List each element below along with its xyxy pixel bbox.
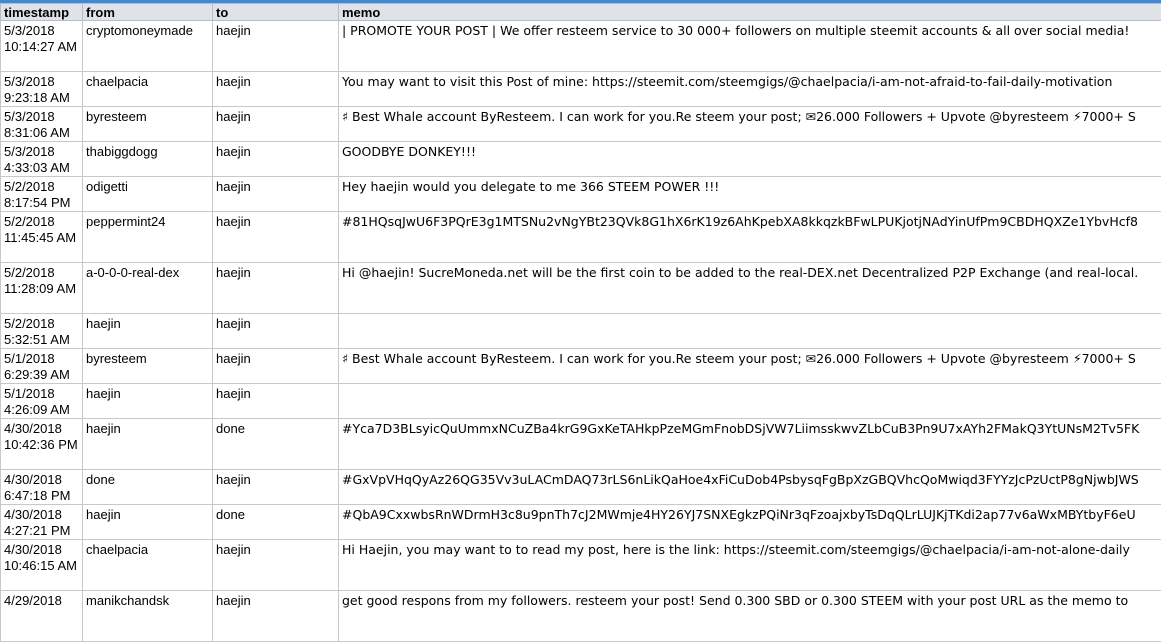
- header-row: timestamp from to memo: [1, 4, 1161, 21]
- table-row[interactable]: 5/3/2018 8:31:06 AM byresteem haejin ♯ B…: [1, 107, 1161, 142]
- cell-memo: get good respons from my followers. rest…: [339, 591, 1161, 642]
- cell-timestamp: 5/3/2018 4:33:03 AM: [1, 142, 83, 177]
- table-row[interactable]: 5/1/2018 6:29:39 AM byresteem haejin ♯ B…: [1, 349, 1161, 384]
- cell-from: haejin: [83, 505, 213, 540]
- cell-timestamp: 5/3/2018 10:14:27 AM: [1, 21, 83, 72]
- table-row[interactable]: 4/30/2018 4:27:21 PM haejin done #QbA9Cx…: [1, 505, 1161, 540]
- transfers-table: timestamp from to memo 5/3/2018 10:14:27…: [0, 3, 1161, 642]
- cell-to: haejin: [213, 212, 339, 263]
- cell-from: haejin: [83, 419, 213, 470]
- cell-from: byresteem: [83, 107, 213, 142]
- cell-to: haejin: [213, 72, 339, 107]
- cell-memo: [339, 314, 1161, 349]
- cell-to: haejin: [213, 349, 339, 384]
- cell-timestamp: 4/30/2018 10:46:15 AM: [1, 540, 83, 591]
- cell-from: peppermint24: [83, 212, 213, 263]
- cell-memo: GOODBYE DONKEY!!!: [339, 142, 1161, 177]
- cell-memo: #Yca7D3BLsyicQuUmmxNCuZBa4krG9GxKeTAHkpP…: [339, 419, 1161, 470]
- cell-to: haejin: [213, 314, 339, 349]
- cell-timestamp: 4/30/2018 4:27:21 PM: [1, 505, 83, 540]
- cell-from: manikchandsk: [83, 591, 213, 642]
- cell-memo: Hi Haejin, you may want to to read my po…: [339, 540, 1161, 591]
- cell-timestamp: 5/2/2018 11:28:09 AM: [1, 263, 83, 314]
- cell-timestamp: 5/3/2018 9:23:18 AM: [1, 72, 83, 107]
- table-row[interactable]: 4/29/2018 manikchandsk haejin get good r…: [1, 591, 1161, 642]
- table-row[interactable]: 4/30/2018 10:46:15 AM chaelpacia haejin …: [1, 540, 1161, 591]
- cell-memo: You may want to visit this Post of mine:…: [339, 72, 1161, 107]
- cell-memo: #GxVpVHqQyAz26QG35Vv3uLACmDAQ73rLS6nLikQ…: [339, 470, 1161, 505]
- cell-timestamp: 4/30/2018 6:47:18 PM: [1, 470, 83, 505]
- cell-to: haejin: [213, 263, 339, 314]
- cell-timestamp: 5/3/2018 8:31:06 AM: [1, 107, 83, 142]
- table-row[interactable]: 5/1/2018 4:26:09 AM haejin haejin: [1, 384, 1161, 419]
- cell-to: haejin: [213, 540, 339, 591]
- column-header-timestamp[interactable]: timestamp: [1, 4, 83, 21]
- cell-from: a-0-0-0-real-dex: [83, 263, 213, 314]
- cell-from: chaelpacia: [83, 72, 213, 107]
- cell-memo: Hey haejin would you delegate to me 366 …: [339, 177, 1161, 212]
- cell-timestamp: 5/2/2018 8:17:54 PM: [1, 177, 83, 212]
- cell-timestamp: 5/1/2018 4:26:09 AM: [1, 384, 83, 419]
- column-header-from[interactable]: from: [83, 4, 213, 21]
- table-row[interactable]: 5/3/2018 10:14:27 AM cryptomoneymade hae…: [1, 21, 1161, 72]
- cell-from: chaelpacia: [83, 540, 213, 591]
- column-header-memo[interactable]: memo: [339, 4, 1161, 21]
- table-row[interactable]: 5/3/2018 4:33:03 AM thabiggdogg haejin G…: [1, 142, 1161, 177]
- cell-from: haejin: [83, 384, 213, 419]
- cell-to: haejin: [213, 470, 339, 505]
- cell-memo: [339, 384, 1161, 419]
- cell-timestamp: 4/30/2018 10:42:36 PM: [1, 419, 83, 470]
- cell-from: done: [83, 470, 213, 505]
- table-row[interactable]: 5/2/2018 8:17:54 PM odigetti haejin Hey …: [1, 177, 1161, 212]
- cell-memo: #QbA9CxxwbsRnWDrmH3c8u9pnTh7cJ2MWmje4HY2…: [339, 505, 1161, 540]
- cell-from: haejin: [83, 314, 213, 349]
- cell-to: done: [213, 505, 339, 540]
- cell-timestamp: 5/2/2018 11:45:45 AM: [1, 212, 83, 263]
- cell-timestamp: 4/29/2018: [1, 591, 83, 642]
- cell-memo: | PROMOTE YOUR POST | We offer resteem s…: [339, 21, 1161, 72]
- cell-from: cryptomoneymade: [83, 21, 213, 72]
- table-row[interactable]: 5/3/2018 9:23:18 AM chaelpacia haejin Yo…: [1, 72, 1161, 107]
- cell-from: byresteem: [83, 349, 213, 384]
- cell-to: haejin: [213, 142, 339, 177]
- cell-to: haejin: [213, 591, 339, 642]
- cell-to: haejin: [213, 21, 339, 72]
- cell-to: haejin: [213, 177, 339, 212]
- cell-timestamp: 5/1/2018 6:29:39 AM: [1, 349, 83, 384]
- cell-from: thabiggdogg: [83, 142, 213, 177]
- cell-memo: ♯ Best Whale account ByResteem. I can wo…: [339, 107, 1161, 142]
- table-row[interactable]: 4/30/2018 10:42:36 PM haejin done #Yca7D…: [1, 419, 1161, 470]
- table-row[interactable]: 5/2/2018 11:45:45 AM peppermint24 haejin…: [1, 212, 1161, 263]
- cell-to: haejin: [213, 384, 339, 419]
- cell-from: odigetti: [83, 177, 213, 212]
- table-row[interactable]: 5/2/2018 5:32:51 AM haejin haejin: [1, 314, 1161, 349]
- cell-memo: ♯ Best Whale account ByResteem. I can wo…: [339, 349, 1161, 384]
- cell-timestamp: 5/2/2018 5:32:51 AM: [1, 314, 83, 349]
- cell-to: haejin: [213, 107, 339, 142]
- column-header-to[interactable]: to: [213, 4, 339, 21]
- table-row[interactable]: 4/30/2018 6:47:18 PM done haejin #GxVpVH…: [1, 470, 1161, 505]
- cell-to: done: [213, 419, 339, 470]
- cell-memo: Hi @haejin! SucreMoneda.net will be the …: [339, 263, 1161, 314]
- table-row[interactable]: 5/2/2018 11:28:09 AM a-0-0-0-real-dex ha…: [1, 263, 1161, 314]
- cell-memo: #81HQsqJwU6F3PQrE3g1MTSNu2vNgYBt23QVk8G1…: [339, 212, 1161, 263]
